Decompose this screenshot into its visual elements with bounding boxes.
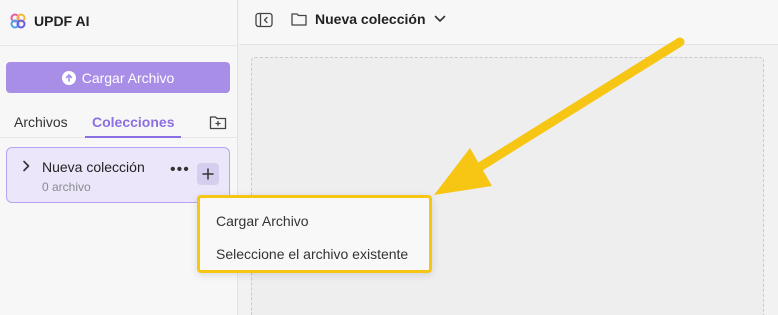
- tab-collections[interactable]: Colecciones: [92, 114, 174, 130]
- upload-file-label: Cargar Archivo: [81, 69, 175, 86]
- collection-item[interactable]: Nueva colección 0 archivo •••: [6, 147, 230, 203]
- more-icon[interactable]: •••: [170, 162, 190, 178]
- chevron-right-icon[interactable]: [21, 160, 31, 172]
- chevron-down-icon[interactable]: [434, 15, 446, 23]
- collection-file-count: 0 archivo: [42, 180, 91, 194]
- tab-files[interactable]: Archivos: [14, 114, 68, 130]
- folder-icon: [291, 13, 307, 26]
- drop-zone[interactable]: [251, 57, 764, 315]
- menu-item-upload-file[interactable]: Cargar Archivo: [216, 213, 309, 229]
- new-folder-icon[interactable]: [209, 114, 227, 130]
- panel-toggle-icon[interactable]: [255, 12, 273, 28]
- updf-logo-icon: [10, 13, 26, 29]
- divider: [0, 45, 238, 46]
- upload-file-button[interactable]: Cargar Archivo: [6, 62, 230, 93]
- collection-title: Nueva colección: [315, 11, 426, 27]
- menu-item-select-existing-file[interactable]: Seleccione el archivo existente: [216, 246, 408, 262]
- collection-selector[interactable]: Nueva colección: [291, 11, 446, 27]
- upload-icon: [61, 70, 76, 85]
- main-topbar: Nueva colección: [239, 0, 778, 45]
- brand-name: UPDF AI: [34, 13, 90, 29]
- plus-icon: [202, 168, 214, 180]
- active-tab-indicator: [85, 136, 181, 138]
- add-to-collection-button[interactable]: [197, 163, 219, 185]
- brand: UPDF AI: [10, 10, 89, 32]
- sidebar-tabs: Archivos Colecciones: [0, 110, 238, 138]
- add-file-menu: Cargar Archivo Seleccione el archivo exi…: [197, 195, 432, 273]
- collection-name: Nueva colección: [42, 159, 145, 175]
